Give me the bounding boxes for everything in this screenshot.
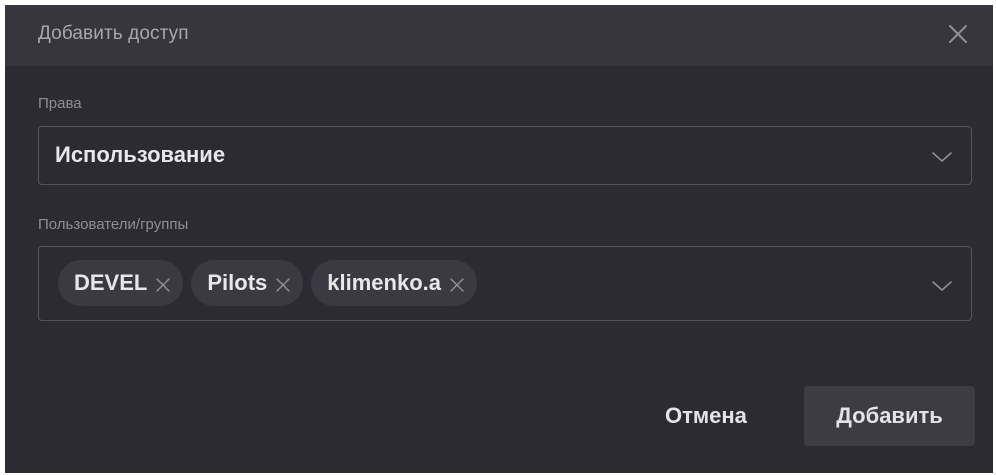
close-icon	[949, 25, 967, 43]
dialog-title: Добавить доступ	[38, 23, 189, 44]
chip-klimenko-a: klimenko.a	[311, 260, 477, 306]
rights-select[interactable]: Использование	[38, 126, 972, 185]
chevron-down-icon	[932, 152, 952, 162]
users-groups-label: Пользователи/группы	[38, 216, 189, 233]
close-icon[interactable]	[155, 277, 171, 293]
selected-chips: DEVEL Pilots klimenko.a	[58, 260, 477, 306]
close-icon[interactable]	[275, 277, 291, 293]
rights-label: Права	[38, 95, 82, 112]
add-button[interactable]: Добавить	[804, 386, 975, 446]
cancel-button[interactable]: Отмена	[657, 386, 755, 446]
chip-label: klimenko.a	[327, 270, 441, 295]
chip-pilots: Pilots	[191, 260, 304, 306]
close-icon[interactable]	[449, 277, 465, 293]
add-access-dialog: Добавить доступ Права Использование Поль…	[5, 5, 993, 473]
chevron-down-icon	[932, 281, 952, 291]
dialog-header: Добавить доступ	[5, 5, 993, 66]
close-button[interactable]	[943, 19, 973, 49]
chip-label: Pilots	[207, 270, 268, 295]
chip-label: DEVEL	[74, 270, 148, 295]
chip-devel: DEVEL	[58, 260, 184, 306]
rights-selected-value: Использование	[55, 142, 226, 167]
users-groups-select[interactable]: DEVEL Pilots klimenko.a	[38, 246, 972, 321]
